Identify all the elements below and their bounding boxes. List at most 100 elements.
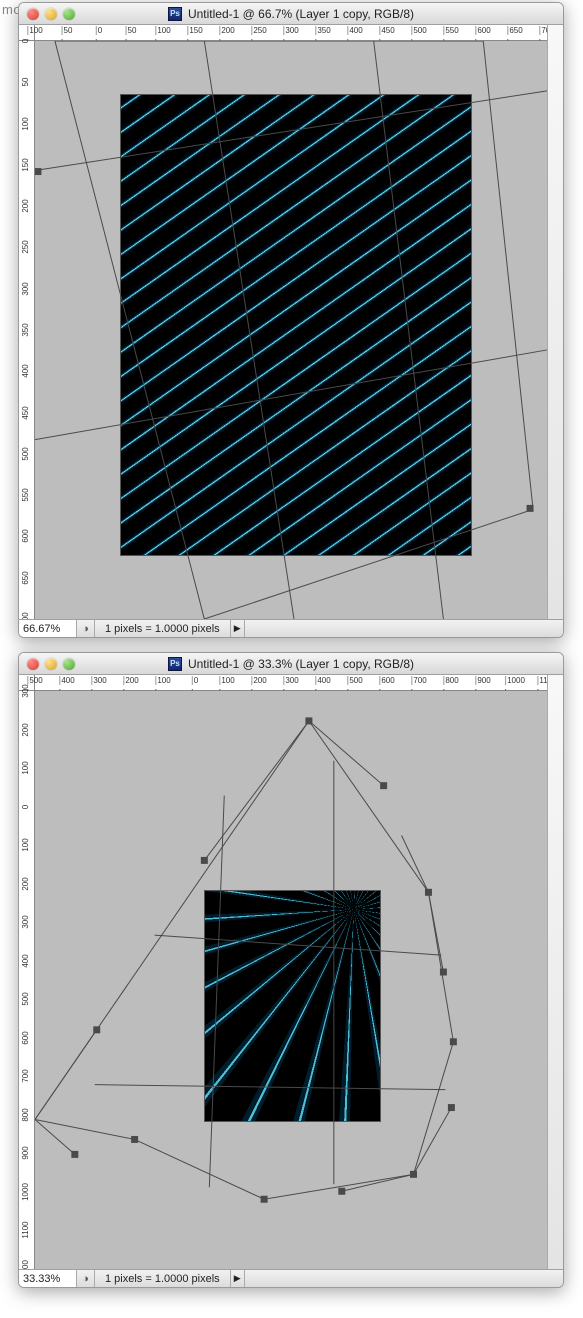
status-bar: 66.67% ◑ 1 pixels = 1.0000 pixels ▶ xyxy=(19,619,563,637)
ruler-h-tick: 100 xyxy=(219,676,234,685)
ruler-h-tick: 150 xyxy=(187,26,202,35)
ruler-h-tick: 350 xyxy=(315,26,330,35)
window-title-text: Untitled-1 @ 66.7% (Layer 1 copy, RGB/8) xyxy=(188,7,414,21)
status-flyout-icon[interactable]: ▶ xyxy=(231,1270,245,1287)
titlebar[interactable]: Ps Untitled-1 @ 33.3% (Layer 1 copy, RGB… xyxy=(19,653,563,675)
document-window-2: Ps Untitled-1 @ 33.3% (Layer 1 copy, RGB… xyxy=(18,652,564,1288)
ruler-h-tick: 400 xyxy=(315,676,330,685)
ruler-v-tick: 300 xyxy=(21,684,30,697)
ruler-v-tick: 450 xyxy=(21,406,30,419)
ruler-h-tick: 700 xyxy=(411,676,426,685)
status-flyout-icon[interactable]: ▶ xyxy=(231,620,245,637)
ruler-v-tick: 500 xyxy=(21,993,30,1006)
ruler-h-tick: 400 xyxy=(347,26,362,35)
ruler-v-tick: 1100 xyxy=(21,1222,30,1239)
titlebar[interactable]: Ps Untitled-1 @ 66.7% (Layer 1 copy, RGB… xyxy=(19,3,563,25)
ruler-h-tick: 900 xyxy=(475,676,490,685)
ruler-h-tick: 500 xyxy=(347,676,362,685)
ruler-h-tick: 50 xyxy=(62,26,73,35)
status-bar: 33.33% ◑ 1 pixels = 1.0000 pixels ▶ xyxy=(19,1269,563,1287)
window-title-text: Untitled-1 @ 33.3% (Layer 1 copy, RGB/8) xyxy=(188,657,414,671)
vertical-scrollbar[interactable] xyxy=(547,675,563,1269)
ruler-v-tick: 200 xyxy=(21,723,30,736)
canvas-area[interactable] xyxy=(35,691,547,1269)
ruler-v-tick: 700 xyxy=(21,1070,30,1083)
ruler-v-tick: 300 xyxy=(21,916,30,929)
window-title: Ps Untitled-1 @ 66.7% (Layer 1 copy, RGB… xyxy=(19,7,563,21)
zoom-level-field[interactable]: 33.33% xyxy=(19,1270,77,1287)
minimize-button[interactable] xyxy=(45,658,57,670)
ruler-v-tick: 100 xyxy=(21,761,30,774)
ruler-h-tick: 300 xyxy=(283,26,298,35)
ruler-h-tick: 600 xyxy=(475,26,490,35)
ruler-h-tick: 0 xyxy=(192,676,198,685)
ruler-h-tick: 400 xyxy=(59,676,74,685)
status-info-text: 1 pixels = 1.0000 pixels xyxy=(95,1270,231,1287)
ruler-v-tick: 600 xyxy=(21,530,30,543)
ruler-h-tick: 300 xyxy=(283,676,298,685)
ruler-v-tick: 350 xyxy=(21,323,30,336)
ruler-v-tick: 100 xyxy=(21,117,30,130)
traffic-light-buttons xyxy=(27,8,75,20)
ruler-v-tick: 0 xyxy=(21,39,30,43)
ruler-v-tick: 900 xyxy=(21,1147,30,1160)
ruler-v-tick: 0 xyxy=(21,804,30,808)
canvas-area[interactable] xyxy=(35,41,547,619)
ruler-h-tick: 50 xyxy=(126,26,137,35)
ruler-v-tick: 1000 xyxy=(21,1183,30,1201)
vertical-scrollbar[interactable] xyxy=(547,25,563,619)
ruler-h-tick: 200 xyxy=(123,676,138,685)
ruler-v-tick: 800 xyxy=(21,1108,30,1121)
ruler-h-tick: 200 xyxy=(219,26,234,35)
ruler-h-tick: 0 xyxy=(96,26,102,35)
ruler-v-tick: 400 xyxy=(21,954,30,967)
photoshop-app-icon: Ps xyxy=(168,657,182,671)
ruler-v-tick: 200 xyxy=(21,877,30,890)
ruler-h-tick: 500 xyxy=(411,26,426,35)
ruler-h-tick: 800 xyxy=(443,676,458,685)
ruler-v-tick: 200 xyxy=(21,199,30,212)
ruler-h-tick: 300 xyxy=(91,676,106,685)
artboard xyxy=(121,95,471,555)
ruler-h-tick: 650 xyxy=(507,26,522,35)
horizontal-ruler[interactable]: 1005005010015020025030035040045050055060… xyxy=(35,25,547,41)
ruler-h-tick: 100 xyxy=(27,26,42,35)
window-title: Ps Untitled-1 @ 33.3% (Layer 1 copy, RGB… xyxy=(19,657,563,671)
ruler-h-tick: 1000 xyxy=(505,676,525,685)
artboard xyxy=(205,891,380,1121)
ruler-h-tick: 600 xyxy=(379,676,394,685)
texture-layer xyxy=(205,891,380,1121)
ruler-h-tick: 250 xyxy=(251,26,266,35)
preview-swatch-icon[interactable]: ◑ xyxy=(77,620,95,637)
status-info-text: 1 pixels = 1.0000 pixels xyxy=(95,620,231,637)
document-window-1: Ps Untitled-1 @ 66.7% (Layer 1 copy, RGB… xyxy=(18,2,564,638)
ruler-v-tick: 300 xyxy=(21,282,30,295)
traffic-light-buttons xyxy=(27,658,75,670)
ruler-v-tick: 650 xyxy=(21,571,30,584)
close-button[interactable] xyxy=(27,8,39,20)
ruler-v-tick: 550 xyxy=(21,488,30,501)
zoom-button[interactable] xyxy=(63,658,75,670)
preview-swatch-icon[interactable]: ◑ xyxy=(77,1270,95,1287)
ruler-h-tick: 200 xyxy=(251,676,266,685)
ruler-v-tick: 500 xyxy=(21,447,30,460)
vertical-ruler[interactable]: 3002001000100200300400500600700800900100… xyxy=(19,691,35,1269)
zoom-button[interactable] xyxy=(63,8,75,20)
ruler-v-tick: 50 xyxy=(21,78,30,87)
vertical-ruler[interactable]: 0501001502002503003504004505005506006507… xyxy=(19,41,35,619)
ruler-v-tick: 150 xyxy=(21,158,30,171)
ruler-h-tick: 100 xyxy=(155,676,170,685)
horizontal-ruler[interactable]: 5004003002001000100200300400500600700800… xyxy=(35,675,547,691)
photoshop-app-icon: Ps xyxy=(168,7,182,21)
ruler-h-tick: 550 xyxy=(443,26,458,35)
ruler-v-tick: 400 xyxy=(21,365,30,378)
texture-layer xyxy=(121,95,471,555)
minimize-button[interactable] xyxy=(45,8,57,20)
close-button[interactable] xyxy=(27,658,39,670)
ruler-v-tick: 100 xyxy=(21,838,30,851)
ruler-h-tick: 100 xyxy=(155,26,170,35)
zoom-level-field[interactable]: 66.67% xyxy=(19,620,77,637)
ruler-v-tick: 250 xyxy=(21,241,30,254)
ruler-v-tick: 600 xyxy=(21,1031,30,1044)
ruler-h-tick: 450 xyxy=(379,26,394,35)
